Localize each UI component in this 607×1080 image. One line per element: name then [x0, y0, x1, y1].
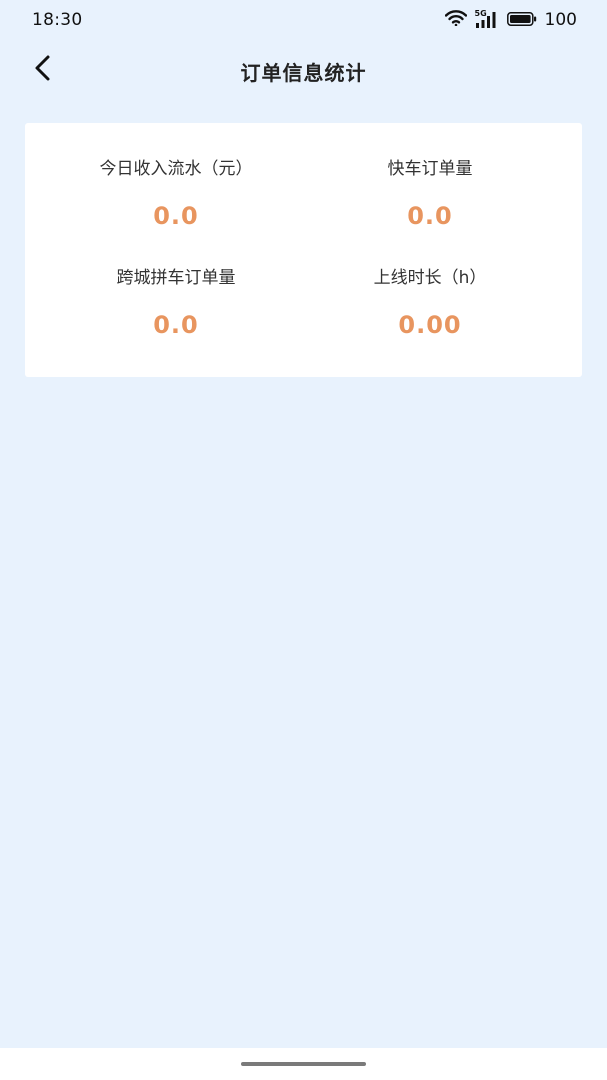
stat-value: 0.0	[153, 202, 199, 230]
stat-label: 上线时长（h）	[373, 268, 487, 288]
status-icons: 5G 100	[444, 9, 577, 31]
home-indicator[interactable]	[241, 1062, 366, 1066]
page-title: 订单信息统计	[240, 61, 367, 85]
wifi-icon	[444, 10, 467, 30]
nav-bar: 订单信息统计	[0, 42, 607, 98]
bottom-navigation-bar	[0, 1048, 607, 1080]
stat-value: 0.00	[398, 311, 462, 339]
stat-today-income: 今日收入流水（元） 0.0	[49, 158, 303, 230]
stat-online-hours: 上线时长（h） 0.00	[303, 267, 557, 339]
signal-icon: 5G	[475, 9, 499, 29]
stats-card: 今日收入流水（元） 0.0 快车订单量 0.0 跨城拼车订单量 0.0 上线时长…	[25, 123, 582, 377]
stat-value: 0.0	[153, 311, 199, 339]
stat-intercity-orders: 跨城拼车订单量 0.0	[49, 267, 303, 339]
stat-value: 0.0	[407, 202, 453, 230]
status-bar: 18:30 5G 100	[0, 0, 607, 42]
battery-level: 100	[544, 10, 577, 30]
status-time: 18:30	[32, 10, 83, 30]
stat-label: 跨城拼车订单量	[116, 268, 236, 288]
stat-label: 快车订单量	[387, 159, 473, 179]
battery-icon	[506, 11, 537, 30]
stat-express-orders: 快车订单量 0.0	[303, 158, 557, 230]
stat-label: 今日收入流水（元）	[99, 159, 253, 179]
